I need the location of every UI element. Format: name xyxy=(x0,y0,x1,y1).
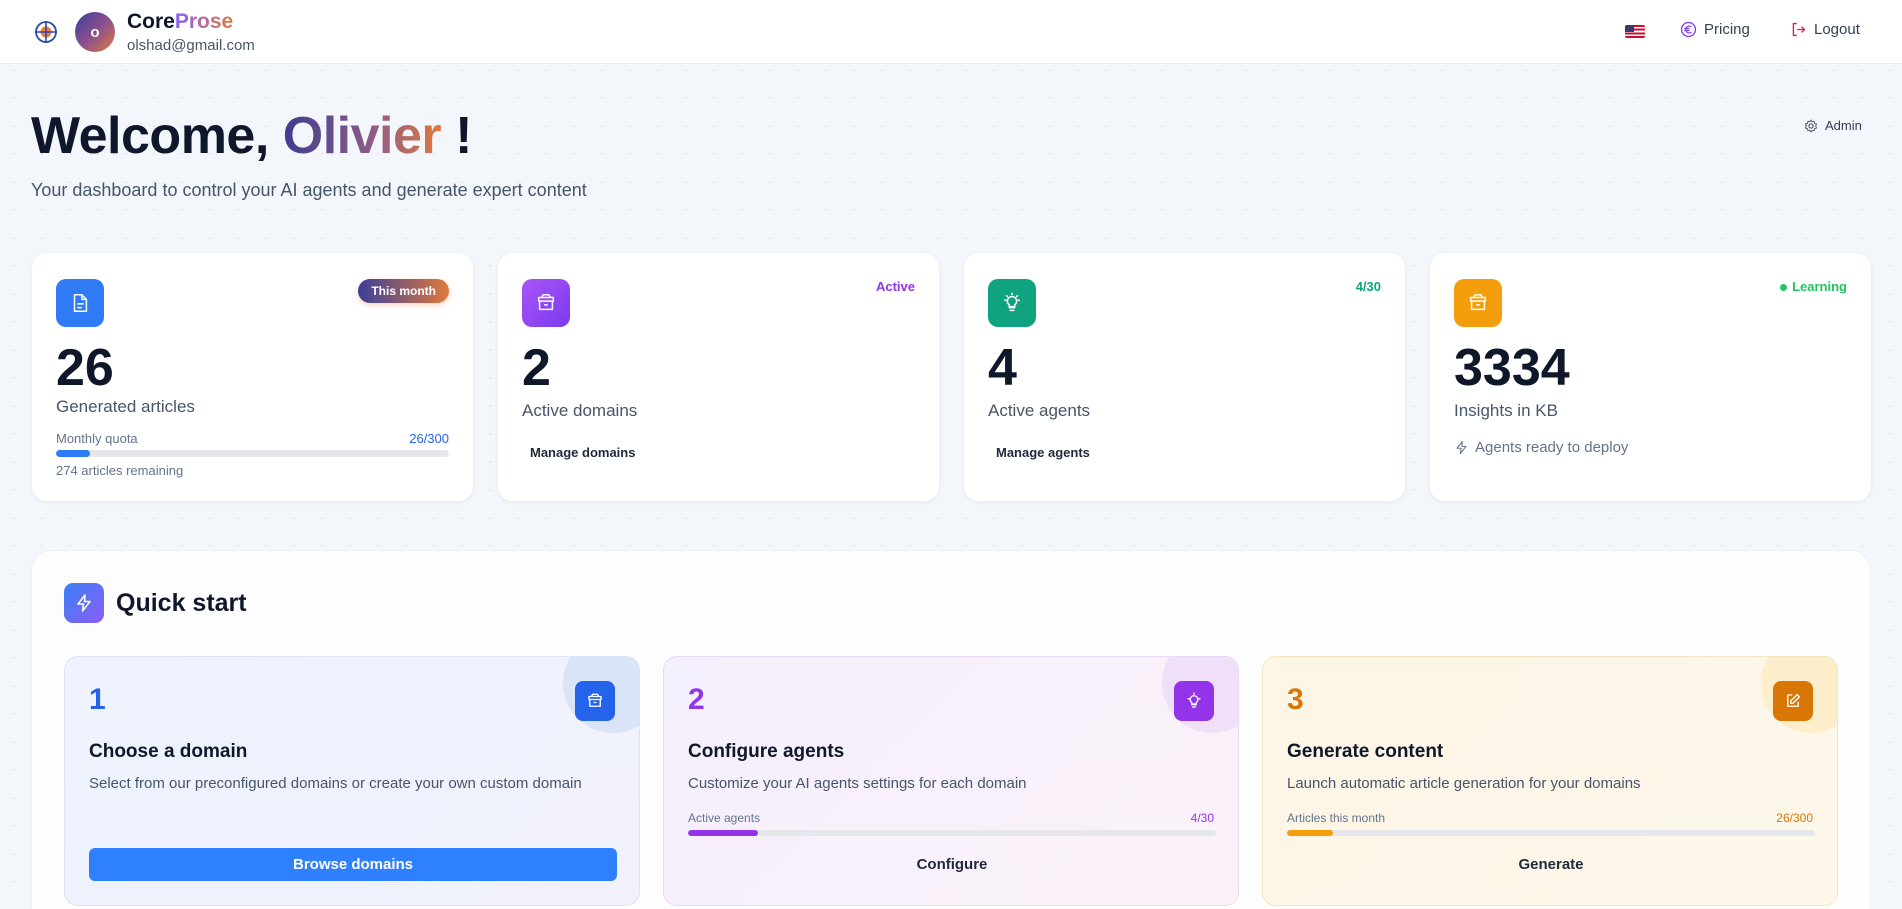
step-description: Customize your AI agents settings for ea… xyxy=(688,775,1027,792)
quick-start-title: Quick start xyxy=(116,589,247,617)
remaining-articles: 274 articles remaining xyxy=(56,463,184,478)
page-subtitle: Your dashboard to control your AI agents… xyxy=(31,180,587,200)
learning-label: Learning xyxy=(1792,279,1847,294)
step-title: Generate content xyxy=(1287,741,1444,762)
articles-progress-bar xyxy=(1287,830,1815,836)
period-badge: This month xyxy=(358,279,449,303)
step-card-generate: 3 Generate content Launch automatic arti… xyxy=(1262,656,1838,906)
document-icon xyxy=(56,279,104,327)
step-description: Launch automatic article generation for … xyxy=(1287,775,1641,792)
archive-box-icon xyxy=(522,279,570,327)
deploy-note-text: Agents ready to deploy xyxy=(1475,439,1629,456)
lightbulb-icon xyxy=(1174,681,1214,721)
stat-card-insights: Learning 3334 Insights in KB Agents read… xyxy=(1429,252,1872,502)
step-number: 2 xyxy=(688,683,705,716)
edit-icon xyxy=(1773,681,1813,721)
insights-count: 3334 xyxy=(1454,339,1570,397)
quota-value: 26/300 xyxy=(409,431,449,446)
browse-domains-button[interactable]: Browse domains xyxy=(89,848,617,881)
archive-box-icon xyxy=(575,681,615,721)
progress-label: Active agents xyxy=(688,811,761,825)
learning-status-badge: Learning xyxy=(1780,279,1847,294)
step-title: Choose a domain xyxy=(89,741,248,762)
page-title: Welcome, Olivier ! xyxy=(31,106,472,166)
step-description: Select from our preconfigured domains or… xyxy=(89,775,582,792)
logout-label: Logout xyxy=(1814,21,1860,38)
lightning-icon xyxy=(64,583,104,623)
articles-progress-fill xyxy=(1287,830,1333,836)
quota-progress-bar xyxy=(56,450,449,457)
status-dot xyxy=(1780,284,1788,292)
insights-label: Insights in KB xyxy=(1454,401,1558,420)
lightning-icon xyxy=(1456,440,1467,455)
stat-card-domains: Active 2 Active domains Manage domains xyxy=(497,252,940,502)
progress-value: 26/300 xyxy=(1776,811,1813,825)
generate-button[interactable]: Generate xyxy=(1287,848,1815,881)
brand-core: Core xyxy=(127,10,175,33)
articles-count: 26 xyxy=(56,339,114,397)
gear-icon xyxy=(1804,119,1818,132)
domains-status-badge: Active xyxy=(875,279,915,294)
logout-link[interactable]: Logout xyxy=(1790,21,1860,38)
agents-count: 4 xyxy=(988,339,1017,397)
stat-card-articles: This month 26 Generated articles Monthly… xyxy=(31,252,474,502)
step-number: 1 xyxy=(89,683,106,716)
app-logo-icon[interactable] xyxy=(34,20,58,44)
user-email: olshad@gmail.com xyxy=(127,37,255,54)
avatar[interactable]: o xyxy=(75,12,115,52)
domains-count: 2 xyxy=(522,339,551,397)
pricing-link[interactable]: Pricing xyxy=(1680,21,1750,38)
agents-progress-fill xyxy=(688,830,759,836)
quick-start-panel: Quick start 1 Choose a domain Select fro… xyxy=(31,550,1871,909)
step-title: Configure agents xyxy=(688,741,845,762)
greeting-text: Welcome, xyxy=(31,107,283,165)
agents-label: Active agents xyxy=(988,401,1091,420)
euro-icon xyxy=(1680,21,1697,38)
manage-domains-button[interactable]: Manage domains xyxy=(522,441,643,464)
progress-value: 4/30 xyxy=(1190,811,1214,825)
configure-button[interactable]: Configure xyxy=(688,848,1216,881)
manage-agents-button[interactable]: Manage agents xyxy=(988,441,1098,464)
deploy-note: Agents ready to deploy xyxy=(1454,439,1628,456)
agents-progress-bar xyxy=(688,830,1216,836)
pricing-label: Pricing xyxy=(1704,21,1750,38)
agents-count-badge: 4/30 xyxy=(1355,279,1381,294)
quota-progress-fill xyxy=(56,450,91,457)
progress-label: Articles this month xyxy=(1287,811,1386,825)
articles-label: Generated articles xyxy=(56,397,195,416)
greeting-suffix: ! xyxy=(441,107,472,165)
admin-link[interactable]: Admin xyxy=(1804,118,1862,133)
domains-label: Active domains xyxy=(522,401,638,420)
step-card-agents: 2 Configure agents Customize your AI age… xyxy=(663,656,1239,906)
us-flag-icon[interactable] xyxy=(1625,25,1645,38)
brand-name: CoreProse xyxy=(127,10,233,34)
admin-label: Admin xyxy=(1825,118,1862,133)
quota-label: Monthly quota xyxy=(56,431,138,446)
step-number: 3 xyxy=(1287,683,1304,716)
user-name: Olivier xyxy=(282,107,442,165)
archive-box-icon xyxy=(1454,279,1502,327)
stat-card-agents: 4/30 4 Active agents Manage agents xyxy=(963,252,1406,502)
brand-prose: Prose xyxy=(174,10,234,33)
step-card-domain: 1 Choose a domain Select from our precon… xyxy=(64,656,640,906)
logout-icon xyxy=(1792,22,1806,37)
top-header: o CoreProse olshad@gmail.com Pricing Log… xyxy=(0,0,1902,64)
lightbulb-icon xyxy=(988,279,1036,327)
